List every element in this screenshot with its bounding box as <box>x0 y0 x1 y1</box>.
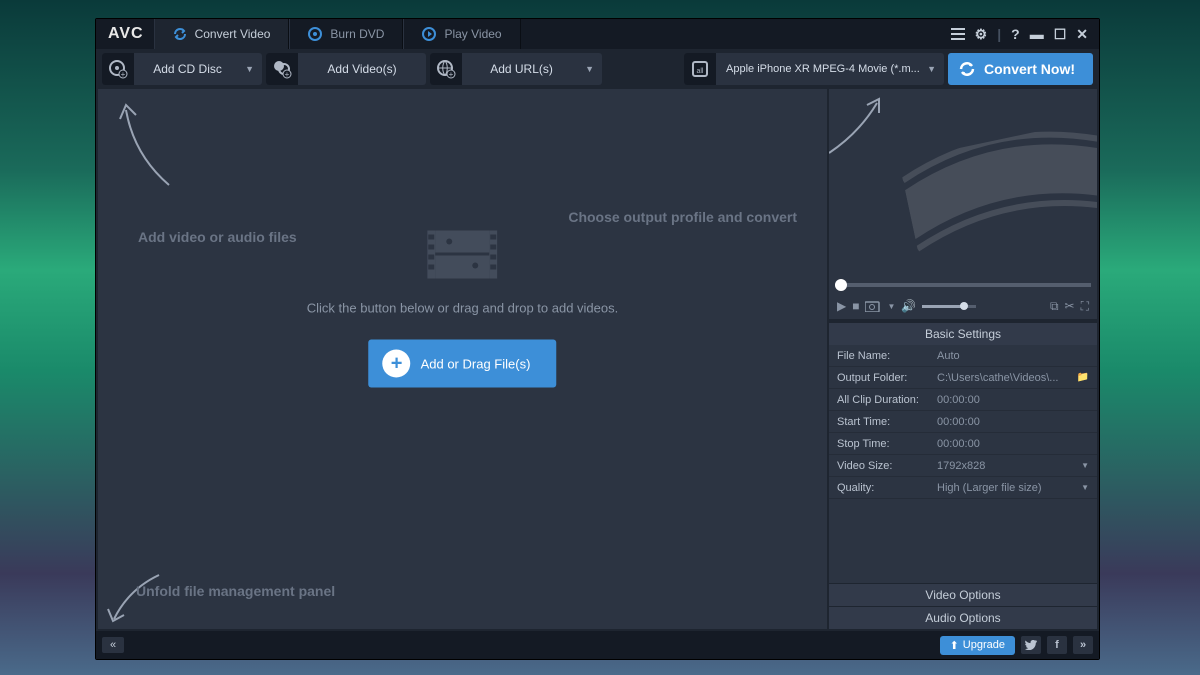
audio-options-header[interactable]: Audio Options <box>829 606 1097 629</box>
cd-plus-icon: + <box>102 53 134 85</box>
main-drop-area[interactable]: Add video or audio files Choose output p… <box>98 89 827 629</box>
tab-play-video[interactable]: Play Video <box>403 19 520 49</box>
cut-icon[interactable]: ✂ <box>1065 299 1075 313</box>
setting-file-name: File Name:Auto <box>829 345 1097 367</box>
all-icon: all <box>684 53 716 85</box>
list-icon[interactable] <box>946 24 970 44</box>
volume-slider[interactable] <box>922 305 976 308</box>
stop-icon[interactable]: ■ <box>852 299 859 313</box>
chevron-down-icon[interactable]: ▼ <box>887 302 895 311</box>
expand-icon[interactable]: ⛶ <box>1081 299 1089 314</box>
svg-text:+: + <box>121 70 126 79</box>
bottom-bar: « ⬆ Upgrade f » <box>96 631 1099 659</box>
chevron-down-icon[interactable]: ▼ <box>1081 483 1089 492</box>
app-logo: AVC <box>108 25 144 43</box>
setting-output-folder: Output Folder:C:\Users\cathe\Videos\...📁 <box>829 367 1097 389</box>
add-cd-disc-button[interactable]: + Add CD Disc ▼ <box>102 53 262 85</box>
play-icon <box>422 27 436 41</box>
tab-label: Play Video <box>444 27 501 41</box>
chevron-down-icon: ▼ <box>923 64 944 74</box>
folder-icon[interactable]: 📁 <box>1077 372 1089 383</box>
add-or-drag-files-button[interactable]: + Add or Drag File(s) <box>369 340 557 388</box>
output-profile-select[interactable]: all Apple iPhone XR MPEG-4 Movie (*.m...… <box>684 53 944 85</box>
help-icon[interactable]: ? <box>1006 22 1025 46</box>
tab-convert-video[interactable]: Convert Video <box>154 19 290 49</box>
upload-icon: ⬆ <box>950 639 959 652</box>
setting-all-clip-duration: All Clip Duration:00:00:00 <box>829 389 1097 411</box>
setting-stop-time: Stop Time:00:00:00 <box>829 433 1097 455</box>
play-icon[interactable]: ▶ <box>837 299 846 313</box>
drop-zone: Click the button below or drag and drop … <box>307 223 618 388</box>
upgrade-button[interactable]: ⬆ Upgrade <box>940 636 1015 655</box>
video-options-header[interactable]: Video Options <box>829 583 1097 606</box>
add-urls-button[interactable]: + Add URL(s) ▼ <box>430 53 602 85</box>
minimize-icon[interactable]: ▬ <box>1025 22 1049 46</box>
facebook-icon[interactable]: f <box>1047 636 1067 654</box>
tab-burn-dvd[interactable]: Burn DVD <box>289 19 403 49</box>
setting-quality: Quality:High (Larger file size)▼ <box>829 477 1097 499</box>
twitter-icon[interactable] <box>1021 636 1041 654</box>
chevron-down-icon: ▼ <box>581 64 602 74</box>
film-icon <box>427 223 497 287</box>
drop-message: Click the button below or drag and drop … <box>307 301 618 316</box>
body: Add video or audio files Choose output p… <box>96 89 1099 631</box>
hint-unfold-panel: Unfold file management panel <box>136 583 335 599</box>
more-icon[interactable]: » <box>1073 636 1093 654</box>
app-window: AVC Convert Video Burn DVD Play Video ⚙ … <box>95 18 1100 660</box>
collapse-panel-button[interactable]: « <box>102 637 124 653</box>
gear-icon[interactable]: ⚙ <box>970 22 993 47</box>
svg-text:+: + <box>449 70 454 79</box>
video-plus-icon: + <box>266 53 298 85</box>
chevron-down-icon[interactable]: ▼ <box>1081 461 1089 470</box>
arrow-indicator <box>104 569 174 629</box>
refresh-icon <box>958 60 976 78</box>
volume-icon[interactable]: 🔊 <box>901 299 916 313</box>
tab-label: Burn DVD <box>330 27 384 41</box>
plus-icon: + <box>383 350 411 378</box>
seek-handle[interactable] <box>835 279 847 291</box>
close-icon[interactable]: ✕ <box>1071 22 1093 47</box>
svg-text:+: + <box>285 70 290 79</box>
maximize-icon[interactable]: ☐ <box>1049 22 1072 47</box>
convert-now-button[interactable]: Convert Now! <box>948 53 1093 85</box>
right-panel: ▶ ■ ▼ 🔊 ⧉ ✂ ⛶ Basic Settings File Name:A… <box>829 89 1097 629</box>
disc-icon <box>308 27 322 41</box>
chevron-down-icon: ▼ <box>241 64 262 74</box>
filmroll-icon <box>899 119 1097 258</box>
camera-icon[interactable] <box>865 300 881 312</box>
separator: | <box>992 22 1006 46</box>
settings-panel: Basic Settings File Name:Auto Output Fol… <box>829 323 1097 629</box>
refresh-icon <box>173 27 187 41</box>
add-videos-button[interactable]: + Add Video(s) <box>266 53 426 85</box>
link-icon[interactable]: ⧉ <box>1050 299 1059 314</box>
hint-add-files: Add video or audio files <box>138 229 297 245</box>
tab-label: Convert Video <box>195 27 271 41</box>
arrow-indicator <box>829 93 899 163</box>
setting-start-time: Start Time:00:00:00 <box>829 411 1097 433</box>
setting-video-size: Video Size:1792x828▼ <box>829 455 1097 477</box>
globe-plus-icon: + <box>430 53 462 85</box>
seek-bar[interactable] <box>829 279 1097 293</box>
toolbar: + Add CD Disc ▼ + Add Video(s) + Add URL… <box>96 49 1099 89</box>
titlebar: AVC Convert Video Burn DVD Play Video ⚙ … <box>96 19 1099 49</box>
preview-pane <box>829 89 1097 279</box>
basic-settings-header[interactable]: Basic Settings <box>829 323 1097 345</box>
svg-text:all: all <box>696 68 703 75</box>
arrow-indicator <box>114 95 184 195</box>
player-controls: ▶ ■ ▼ 🔊 ⧉ ✂ ⛶ <box>829 293 1097 319</box>
